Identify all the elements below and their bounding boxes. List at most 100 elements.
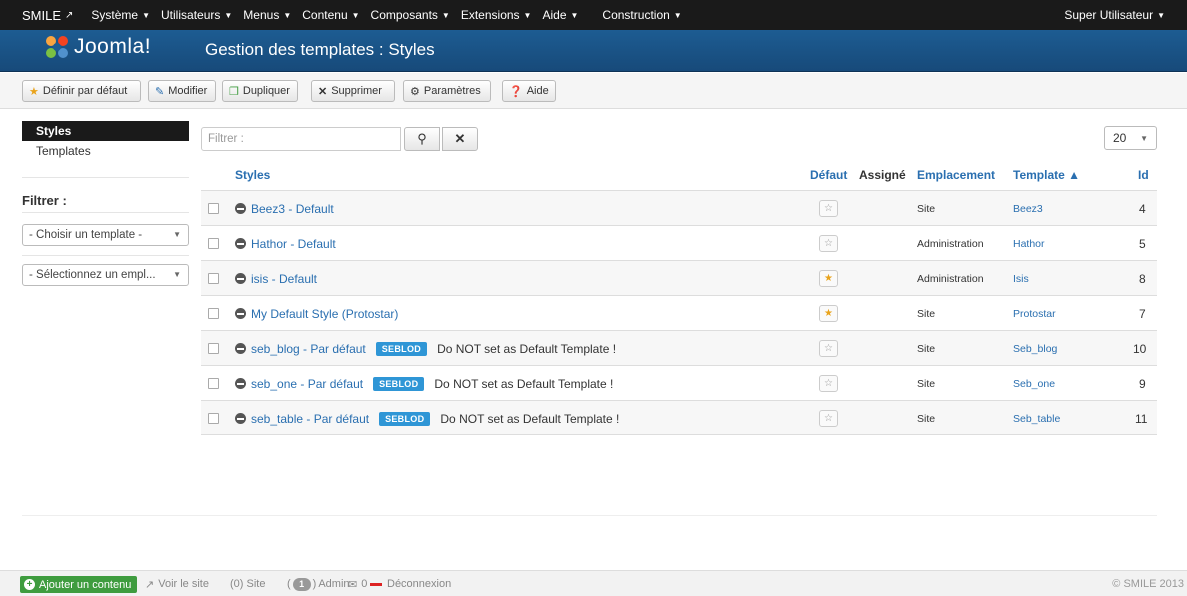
button-label: Aide: [526, 85, 549, 97]
caret-down-icon: ▼: [570, 10, 579, 20]
row-checkbox[interactable]: [208, 203, 219, 214]
caret-down-icon: ▼: [173, 230, 181, 239]
menu-systeme[interactable]: Système ▼: [91, 8, 150, 22]
row-checkbox[interactable]: [208, 238, 219, 249]
list-limit-select[interactable]: 20 ▼: [1104, 126, 1157, 150]
column-header-template[interactable]: Template ▲: [1013, 168, 1080, 182]
logout-link[interactable]: Déconnexion: [370, 571, 451, 596]
id-cell: 5: [1139, 236, 1146, 251]
brand-link[interactable]: SMILE ↗: [0, 8, 73, 23]
location-cell: Site: [917, 202, 936, 215]
content-divider: [22, 515, 1157, 516]
table-row: seb_blog - Par défaut SEBLOD Do NOT set …: [201, 330, 1157, 365]
menu-extensions[interactable]: Extensions ▼: [461, 8, 532, 22]
star-icon[interactable]: ☆: [819, 235, 838, 252]
row-checkbox[interactable]: [208, 378, 219, 389]
style-name-link[interactable]: isis - Default: [251, 272, 317, 286]
star-icon[interactable]: ☆: [819, 410, 838, 427]
row-checkbox[interactable]: [208, 413, 219, 424]
view-site-link[interactable]: ↗ Voir le site: [145, 571, 209, 596]
sidebar-divider: [22, 177, 189, 178]
caret-down-icon: ▼: [224, 10, 233, 20]
search-input[interactable]: Filtrer :: [201, 127, 401, 151]
edit-button[interactable]: ✎ Modifier: [148, 80, 216, 102]
star-icon[interactable]: ☆: [819, 375, 838, 392]
caret-down-icon: ▼: [441, 10, 450, 20]
menu-label: Aide: [542, 8, 567, 22]
menu-label: Menus: [243, 8, 280, 22]
column-header-id[interactable]: Id: [1138, 168, 1149, 182]
set-default-button[interactable]: ★ Définir par défaut: [22, 80, 141, 102]
star-filled-icon[interactable]: ★: [819, 270, 838, 287]
table-row: seb_one - Par défaut SEBLOD Do NOT set a…: [201, 365, 1157, 400]
style-name-link[interactable]: My Default Style (Protostar): [251, 307, 398, 321]
status-icon: [235, 308, 246, 319]
template-link[interactable]: Seb_table: [1013, 413, 1060, 425]
star-icon[interactable]: ☆: [819, 200, 838, 217]
main-menu: Système ▼ Utilisateurs ▼ Menus ▼ Contenu ▼ C…: [91, 8, 692, 22]
seblod-badge: SEBLOD: [379, 411, 431, 426]
template-link[interactable]: Hathor: [1013, 238, 1045, 250]
button-label: Supprimer: [331, 85, 382, 97]
style-name-link[interactable]: seb_one - Par défaut: [251, 377, 363, 391]
clear-search-button[interactable]: ✕: [442, 127, 478, 151]
button-label: Paramètres: [423, 85, 481, 97]
caret-down-icon: ▼: [142, 10, 151, 20]
options-button[interactable]: ⚙ Paramètres: [403, 80, 491, 102]
minus-icon: [370, 582, 382, 586]
menu-composants[interactable]: Composants ▼: [371, 8, 450, 22]
messages-link[interactable]: ✉ 0: [348, 571, 367, 596]
admin-count-badge: 1: [292, 577, 311, 591]
menu-label: Construction: [602, 8, 670, 22]
menu-utilisateurs[interactable]: Utilisateurs ▼: [161, 8, 232, 22]
duplicate-button[interactable]: ❐ Dupliquer: [222, 80, 298, 102]
style-name-link[interactable]: seb_table - Par défaut: [251, 412, 369, 426]
button-label: Ajouter un contenu: [39, 578, 132, 591]
delete-button[interactable]: ✕ Supprimer: [311, 80, 395, 102]
column-header-default[interactable]: Défaut: [810, 168, 847, 182]
seblod-badge: SEBLOD: [373, 376, 425, 391]
star-filled-icon[interactable]: ★: [819, 305, 838, 322]
button-label: Modifier: [168, 85, 208, 97]
toolbar: ★ Définir par défaut ✎ Modifier ❐ Dupliq…: [0, 73, 1187, 109]
style-name-link[interactable]: Hathor - Default: [251, 237, 336, 251]
template-link[interactable]: Seb_blog: [1013, 343, 1057, 355]
site-count: (0) Site: [230, 578, 266, 590]
row-checkbox[interactable]: [208, 273, 219, 284]
template-link[interactable]: Isis: [1013, 273, 1029, 285]
sidebar-item-label: Styles: [36, 124, 72, 138]
column-header-location[interactable]: Emplacement: [917, 168, 995, 182]
column-header-styles[interactable]: Styles: [235, 168, 270, 182]
template-link[interactable]: Seb_one: [1013, 378, 1055, 390]
table-row: seb_table - Par défaut SEBLOD Do NOT set…: [201, 400, 1157, 435]
template-filter-select[interactable]: - Choisir un template - ▼: [22, 224, 189, 246]
user-menu[interactable]: Super Utilisateur ▼: [1064, 0, 1165, 30]
row-checkbox[interactable]: [208, 308, 219, 319]
style-name-link[interactable]: Beez3 - Default: [251, 202, 334, 216]
admin-label: Admin: [318, 578, 350, 590]
star-icon: ★: [29, 85, 39, 98]
template-link[interactable]: Protostar: [1013, 308, 1056, 320]
table-row: isis - Default ★ Administration Isis 8: [201, 260, 1157, 295]
joomla-logo-icon: [44, 34, 70, 60]
position-filter-select[interactable]: - Sélectionnez un empl... ▼: [22, 264, 189, 286]
add-content-button[interactable]: + Ajouter un contenu: [20, 576, 138, 593]
star-icon[interactable]: ☆: [819, 340, 838, 357]
menu-construction[interactable]: Construction ▼: [602, 8, 681, 22]
search-button[interactable]: ⚲: [404, 127, 440, 151]
top-navbar: SMILE ↗ Système ▼ Utilisateurs ▼ Menus ▼ Co…: [0, 0, 1187, 30]
row-checkbox[interactable]: [208, 343, 219, 354]
id-cell: 11: [1135, 411, 1148, 426]
sidebar-item-templates[interactable]: Templates: [22, 141, 189, 161]
external-link-icon: ↗: [145, 578, 155, 591]
logout-label: Déconnexion: [387, 578, 452, 590]
style-name-link[interactable]: seb_blog - Par défaut: [251, 342, 366, 356]
menu-menus[interactable]: Menus ▼: [243, 8, 291, 22]
menu-contenu[interactable]: Contenu ▼: [302, 8, 359, 22]
template-link[interactable]: Beez3: [1013, 203, 1043, 215]
search-icon: ⚲: [417, 131, 427, 146]
page-header: Joomla! Gestion des templates : Styles: [0, 30, 1187, 72]
help-button[interactable]: ❓ Aide: [502, 80, 556, 102]
sidebar-item-styles[interactable]: Styles: [22, 121, 189, 141]
menu-aide[interactable]: Aide ▼: [542, 8, 578, 22]
